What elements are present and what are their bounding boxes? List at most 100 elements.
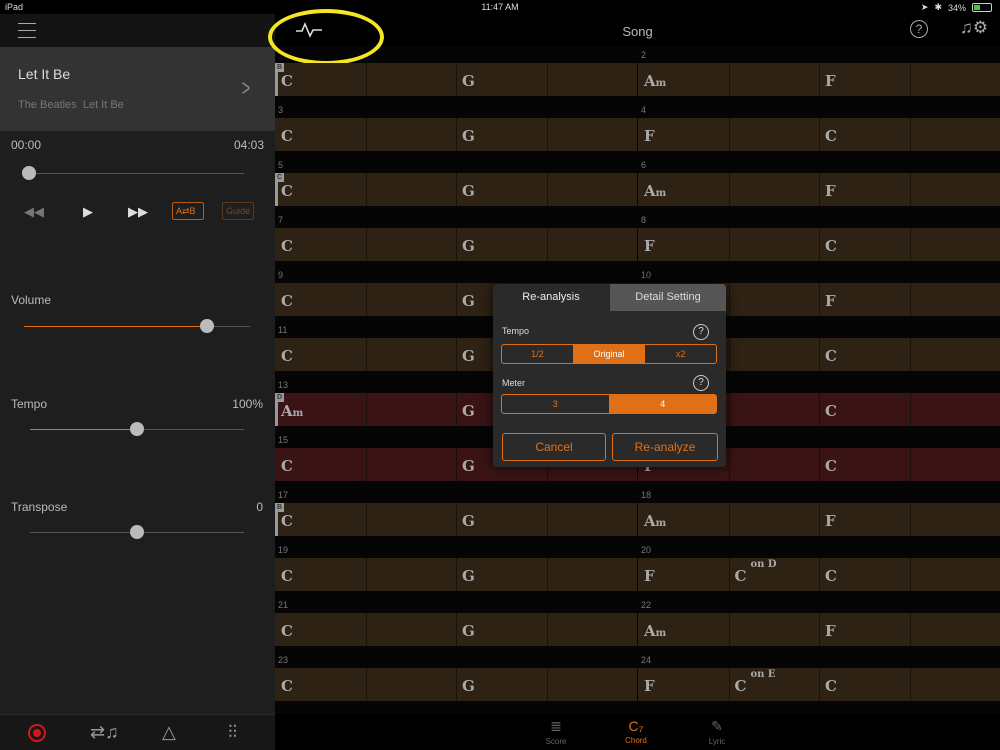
chord-symbol[interactable]: C: [825, 127, 837, 145]
chord-symbol[interactable]: Am: [644, 182, 666, 200]
measure[interactable]: 7CG: [275, 212, 637, 267]
segment-option[interactable]: Original: [573, 345, 646, 363]
measure[interactable]: 23 C G: [275, 652, 637, 707]
chord-symbol[interactable]: G: [462, 182, 475, 200]
measure[interactable]: 17 B C G: [275, 487, 637, 542]
measure[interactable]: 24 F Con E C: [638, 652, 1000, 707]
record-icon[interactable]: [28, 724, 46, 742]
chord-symbol[interactable]: Am: [644, 622, 666, 640]
chord-symbol[interactable]: C: [281, 292, 293, 310]
measure[interactable]: 8FC: [638, 212, 1000, 267]
chord-symbol[interactable]: Am: [281, 402, 303, 420]
chord-symbol[interactable]: F: [825, 72, 836, 90]
chord-symbol[interactable]: G: [462, 292, 475, 310]
chord-symbol[interactable]: G: [462, 512, 475, 530]
segment-option[interactable]: 1/2: [502, 345, 574, 363]
ab-repeat-button[interactable]: A⇄B: [172, 202, 204, 220]
chord-symbol[interactable]: C: [825, 457, 837, 475]
volume-knob[interactable]: [200, 319, 215, 333]
chord-symbol[interactable]: C: [825, 567, 837, 585]
reanalyze-button[interactable]: Re-analyze: [612, 433, 718, 461]
chord-symbol[interactable]: C: [825, 237, 837, 255]
chord-symbol[interactable]: G: [462, 457, 475, 475]
song-settings-icon[interactable]: ♫⚙: [960, 18, 988, 38]
chord-symbol[interactable]: C: [281, 457, 293, 475]
status-bar: iPad 11:47 AM ➤ ✱ 34%: [0, 0, 1000, 14]
chord-symbol[interactable]: F: [644, 567, 655, 585]
tab-lyric[interactable]: ✎ Lyric: [687, 718, 747, 746]
tab-score[interactable]: ≣ Score: [526, 718, 586, 746]
chord-symbol[interactable]: G: [462, 347, 475, 365]
chord-symbol[interactable]: F: [644, 127, 655, 145]
chord-symbol[interactable]: C: [281, 567, 293, 585]
chord-symbol[interactable]: C: [281, 677, 293, 695]
meter-help-icon[interactable]: ?: [693, 375, 709, 391]
measure[interactable]: 6 Am F: [638, 157, 1000, 212]
measure-number: 9: [278, 270, 284, 280]
measure[interactable]: 19 C G: [275, 542, 637, 597]
chord-symbol[interactable]: C: [281, 347, 293, 365]
chord-symbol[interactable]: C: [281, 182, 293, 200]
chord-row: 21 C G 22 Am F: [275, 597, 1000, 652]
tab-reanalysis[interactable]: Re-analysis: [493, 284, 609, 311]
play-icon[interactable]: ▶: [83, 204, 93, 220]
guide-button[interactable]: Guide: [222, 202, 254, 220]
audio-to-score-icon[interactable]: ⇄♫: [90, 722, 119, 743]
chord-symbol[interactable]: G: [462, 127, 475, 145]
chord-symbol[interactable]: C: [281, 622, 293, 640]
chord-symbol[interactable]: C: [281, 237, 293, 255]
chord-symbol[interactable]: Con D: [735, 559, 777, 585]
transpose-knob[interactable]: [130, 525, 144, 539]
chord-symbol[interactable]: Am: [644, 72, 666, 90]
mixer-icon[interactable]: ⫶⫶: [228, 722, 237, 743]
segment-option[interactable]: 4: [609, 395, 716, 413]
chord-symbol[interactable]: F: [825, 622, 836, 640]
tempo-knob[interactable]: [130, 422, 144, 436]
measure[interactable]: 3CG: [275, 102, 637, 157]
cancel-button[interactable]: Cancel: [502, 433, 606, 461]
chord-symbol[interactable]: C: [281, 127, 293, 145]
chord-symbol[interactable]: C: [825, 402, 837, 420]
segment-option[interactable]: x2: [645, 345, 716, 363]
metronome-icon[interactable]: △: [162, 722, 176, 743]
help-icon[interactable]: ?: [910, 20, 928, 38]
chord-symbol[interactable]: G: [462, 677, 475, 695]
measure[interactable]: 18 Am F: [638, 487, 1000, 542]
chord-symbol[interactable]: F: [825, 292, 836, 310]
menu-icon[interactable]: [18, 23, 36, 38]
chord-symbol[interactable]: C: [825, 677, 837, 695]
chord-symbol[interactable]: C: [825, 347, 837, 365]
measure[interactable]: 4FC: [638, 102, 1000, 157]
chord-symbol[interactable]: G: [462, 237, 475, 255]
measure[interactable]: 5 CC G: [275, 157, 637, 212]
chord-symbol[interactable]: G: [462, 622, 475, 640]
chord-symbol[interactable]: C: [281, 72, 293, 90]
chord-symbol[interactable]: F: [644, 677, 655, 695]
measure[interactable]: BC G: [275, 47, 637, 102]
measure-number: 23: [278, 655, 289, 665]
tab-chord[interactable]: C₇ Chord: [606, 718, 666, 745]
rewind-icon[interactable]: ◀◀: [24, 204, 44, 220]
beat-divider: [456, 338, 457, 371]
segment-option[interactable]: 3: [502, 395, 610, 413]
chord-symbol[interactable]: F: [644, 237, 655, 255]
tempo-help-icon[interactable]: ?: [693, 324, 709, 340]
chord-symbol[interactable]: G: [462, 72, 475, 90]
measure[interactable]: 20 F Con D C: [638, 542, 1000, 597]
measure[interactable]: 22 Am F: [638, 597, 1000, 652]
position-knob[interactable]: [22, 166, 36, 180]
song-card[interactable]: Let It Be The Beatles Let It Be >: [0, 47, 275, 131]
chord-symbol[interactable]: G: [462, 402, 475, 420]
beat-divider: [728, 393, 730, 426]
chord-symbol[interactable]: Con E: [735, 669, 776, 695]
fast-forward-icon[interactable]: ▶▶: [128, 204, 148, 220]
chord-symbol[interactable]: F: [825, 512, 836, 530]
measure[interactable]: 2 Am F: [638, 47, 1000, 102]
chord-symbol[interactable]: G: [462, 567, 475, 585]
measure[interactable]: 21 C G: [275, 597, 637, 652]
chord-symbol[interactable]: F: [825, 182, 836, 200]
chord-symbol[interactable]: Am: [644, 512, 666, 530]
chord-symbol[interactable]: C: [281, 512, 293, 530]
tab-detail-setting[interactable]: Detail Setting: [610, 284, 726, 311]
position-track[interactable]: [29, 173, 244, 174]
